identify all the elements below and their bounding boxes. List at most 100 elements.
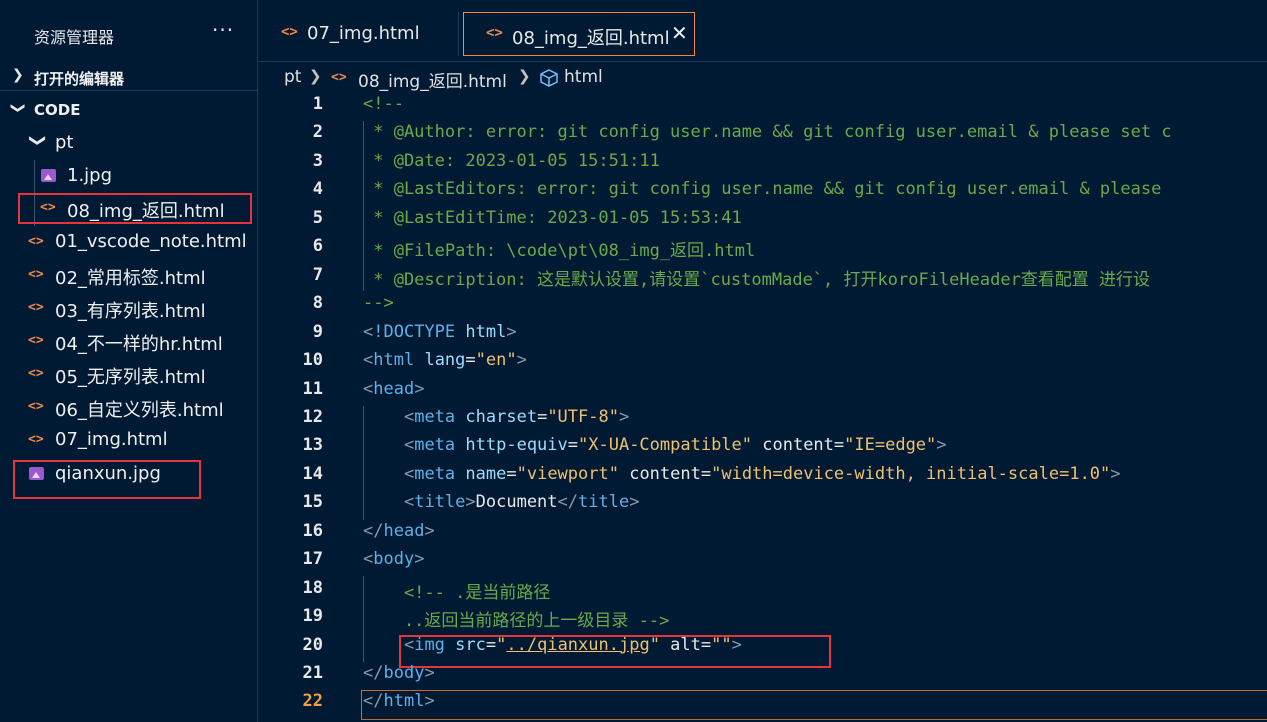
file-item-02[interactable]: <> 02_常用标签.html: [0, 259, 258, 292]
file-item-1-jpg[interactable]: 1.jpg: [0, 160, 258, 193]
file-label: qianxun.jpg: [55, 463, 161, 484]
line-number: 3: [312, 150, 323, 171]
html-file-icon: <>: [28, 366, 44, 381]
folder-pt[interactable]: ❯ pt: [0, 127, 258, 160]
line-number: 22: [302, 691, 323, 712]
editor-tab-bar: <> 07_img.html <> 08_img_返回.html ✕: [259, 0, 1267, 62]
explorer-header: 资源管理器 ···: [0, 0, 258, 62]
line-number: 14: [302, 463, 323, 484]
file-label: 06_自定义列表.html: [55, 400, 224, 421]
workspace-root-label: CODE: [34, 101, 81, 119]
file-label: 07_img.html: [55, 429, 168, 450]
code-line[interactable]: * @Date: 2023-01-05 15:51:11: [363, 151, 660, 171]
open-editors-label: 打开的编辑器: [34, 70, 125, 88]
code-line[interactable]: <meta http-equiv="X-UA-Compatible" conte…: [363, 435, 947, 455]
file-item-01[interactable]: <> 01_vscode_note.html: [0, 226, 258, 259]
file-item-04[interactable]: <> 04_不一样的hr.html: [0, 325, 258, 358]
line-number: 17: [302, 549, 323, 570]
code-line[interactable]: </head>: [363, 521, 435, 541]
line-number: 15: [302, 492, 323, 513]
file-label: 04_不一样的hr.html: [55, 334, 223, 355]
current-line-highlight: [361, 690, 1267, 720]
file-label: 08_img_返回.html: [67, 201, 225, 222]
file-item-08-img-back-html[interactable]: <> 08_img_返回.html: [0, 192, 258, 225]
code-line[interactable]: * @Author: error: git config user.name &…: [363, 122, 1171, 142]
code-line[interactable]: <!DOCTYPE html>: [363, 322, 517, 342]
line-number: 13: [302, 435, 323, 456]
image-file-icon: [41, 169, 57, 183]
html-file-icon: <>: [28, 267, 44, 282]
file-label: 05_无序列表.html: [55, 367, 206, 388]
file-label: 01_vscode_note.html: [55, 231, 247, 252]
file-item-06[interactable]: <> 06_自定义列表.html: [0, 391, 258, 424]
chevron-right-icon: ❯: [309, 67, 322, 85]
explorer-title: 资源管理器: [34, 28, 115, 47]
code-line[interactable]: <body>: [363, 549, 424, 569]
tab-label: 07_img.html: [307, 23, 420, 44]
file-label: 03_有序列表.html: [55, 301, 206, 322]
line-number: 10: [302, 350, 323, 371]
line-number: 7: [312, 264, 323, 285]
tab-07-img[interactable]: <> 07_img.html: [259, 12, 459, 56]
html-file-icon: <>: [28, 300, 44, 315]
html-file-icon: <>: [486, 25, 503, 41]
folder-label: pt: [55, 132, 74, 153]
code-line[interactable]: <html lang="en">: [363, 350, 527, 370]
breadcrumb-symbol[interactable]: html: [564, 67, 603, 87]
line-number: 4: [312, 179, 323, 200]
tab-label: 08_img_返回.html: [512, 28, 670, 49]
code-line[interactable]: -->: [363, 293, 394, 313]
html-file-icon: <>: [331, 70, 347, 85]
tab-08-img-back[interactable]: <> 08_img_返回.html ✕: [463, 12, 695, 56]
code-line[interactable]: * @FilePath: \code\pt\08_img_返回.html: [363, 236, 755, 261]
line-number: 16: [302, 520, 323, 541]
file-item-05[interactable]: <> 05_无序列表.html: [0, 358, 258, 391]
html-file-icon: <>: [28, 234, 44, 249]
html-file-icon: <>: [28, 399, 44, 414]
code-line[interactable]: * @LastEditTime: 2023-01-05 15:53:41: [363, 208, 741, 228]
file-item-qianxun-jpg[interactable]: qianxun.jpg: [0, 458, 258, 491]
close-icon[interactable]: ✕: [671, 21, 688, 45]
line-number: 6: [312, 236, 323, 257]
code-line[interactable]: <!-- .是当前路径: [363, 578, 550, 603]
chevron-right-icon: ❯: [12, 67, 24, 83]
explorer-sidebar: 资源管理器 ··· ❯ 打开的编辑器 ❯ CODE ❯ pt 1.jpg <> …: [0, 0, 258, 722]
html-file-icon: <>: [40, 200, 56, 215]
code-line[interactable]: <meta name="viewport" content="width=dev…: [363, 464, 1121, 484]
code-line[interactable]: <title>Document</title>: [363, 492, 640, 512]
code-line[interactable]: * @LastEditors: error: git config user.n…: [363, 179, 1161, 199]
html-file-icon: <>: [281, 24, 298, 40]
line-number: 18: [302, 577, 323, 598]
file-label: 02_常用标签.html: [55, 268, 206, 289]
chevron-down-icon: ❯: [9, 102, 26, 114]
code-line[interactable]: <head>: [363, 379, 424, 399]
chevron-right-icon: ❯: [518, 67, 531, 85]
code-line[interactable]: </body>: [363, 663, 435, 683]
open-editors-section[interactable]: ❯ 打开的编辑器: [0, 63, 258, 91]
code-line[interactable]: <!--: [363, 94, 404, 114]
line-number: 19: [302, 606, 323, 627]
code-line[interactable]: </html>: [363, 691, 435, 711]
file-item-07[interactable]: <> 07_img.html: [0, 424, 258, 457]
more-actions-icon[interactable]: ···: [212, 18, 234, 42]
line-number: 21: [302, 663, 323, 683]
code-line[interactable]: ..返回当前路径的上一级目录 -->: [363, 606, 669, 631]
breadcrumb-folder[interactable]: pt: [284, 67, 301, 87]
file-item-03[interactable]: <> 03_有序列表.html: [0, 292, 258, 325]
line-number: 2: [312, 122, 323, 143]
breadcrumb-file[interactable]: 08_img_返回.html: [358, 67, 507, 92]
code-line[interactable]: <img src="../qianxun.jpg" alt="">: [363, 635, 742, 655]
line-number: 8: [312, 293, 323, 314]
line-number: 5: [312, 207, 323, 228]
image-file-icon: [29, 467, 45, 481]
html-file-icon: <>: [28, 333, 44, 348]
workspace-root-section[interactable]: ❯ CODE: [0, 96, 258, 124]
file-label: 1.jpg: [67, 165, 113, 186]
code-line[interactable]: * @Description: 这是默认设置,请设置`customMade`, …: [363, 265, 1150, 290]
chevron-down-icon: ❯: [29, 133, 49, 148]
code-editor[interactable]: 1 <!-- 2 * @Author: error: git config user…: [259, 92, 1267, 722]
html-file-icon: <>: [28, 432, 44, 447]
line-number: 20: [302, 634, 323, 655]
code-line[interactable]: <meta charset="UTF-8">: [363, 407, 629, 427]
symbol-cube-icon: [540, 69, 558, 87]
